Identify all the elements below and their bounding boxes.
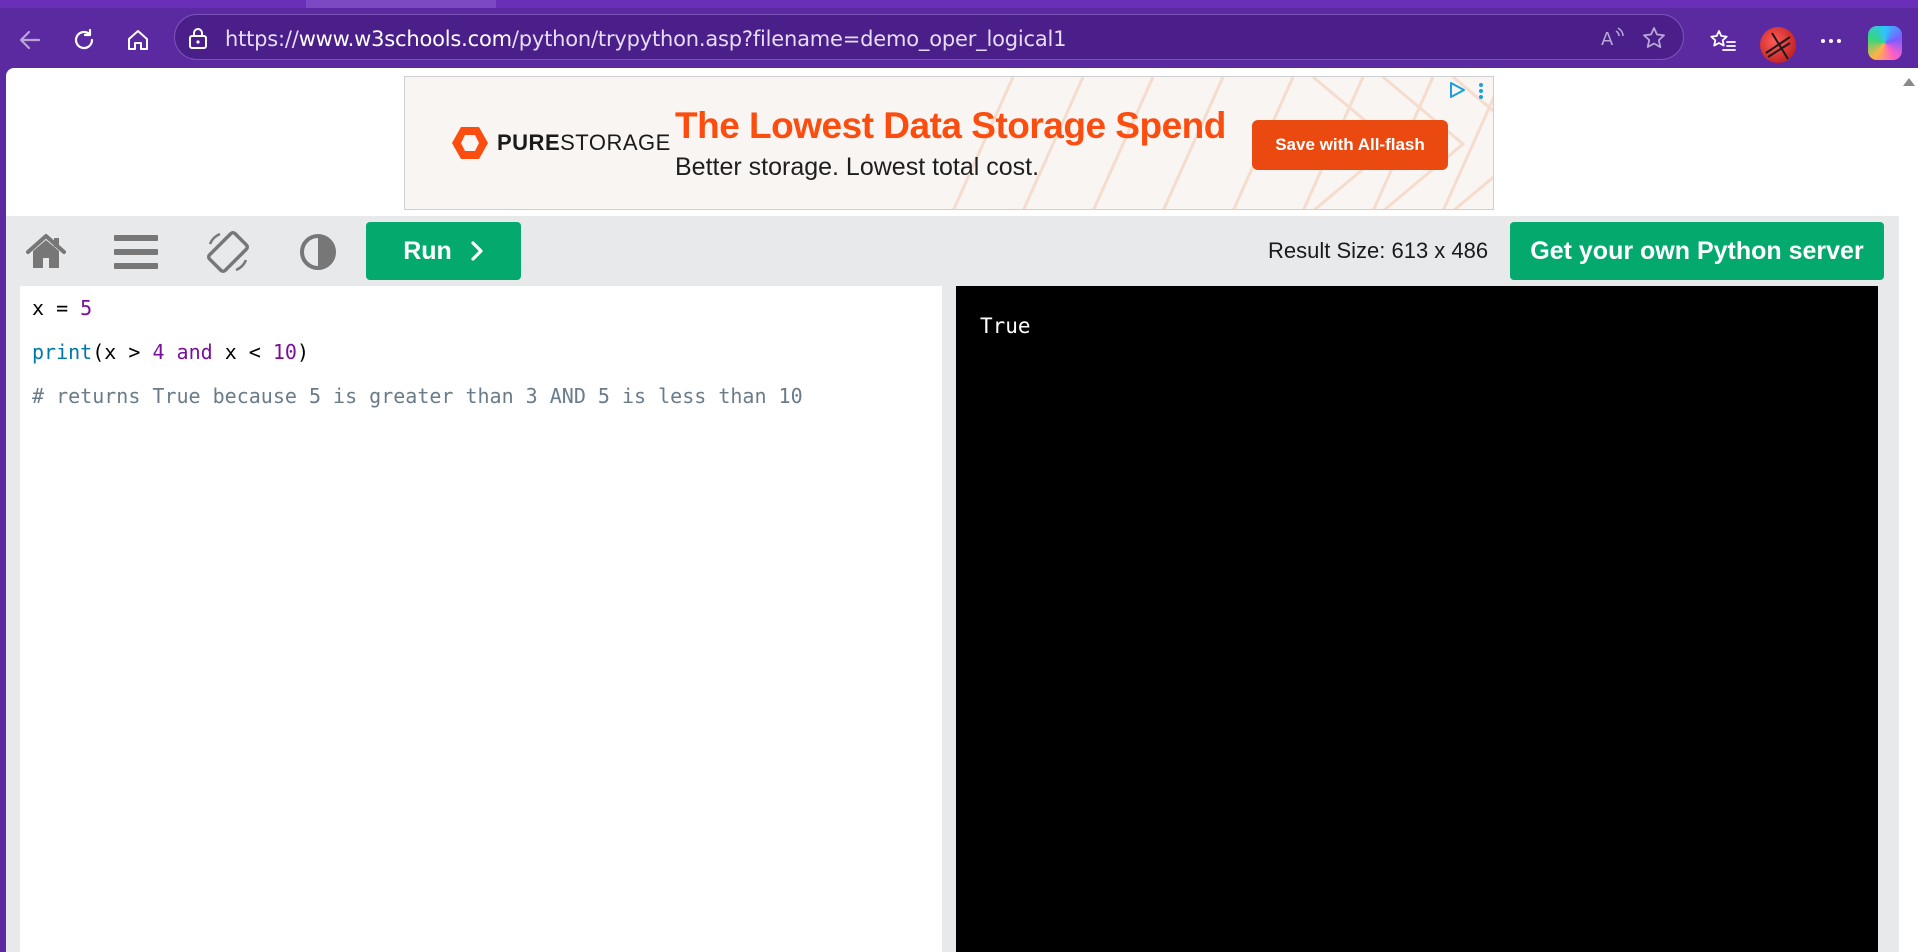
code-editor[interactable]: x = 5 print(x > 4 and x < 10) # returns …: [20, 286, 942, 952]
back-button[interactable]: [12, 22, 48, 58]
ad-subline: Better storage. Lowest total cost.: [675, 153, 1040, 181]
read-aloud-icon[interactable]: A: [1599, 25, 1625, 56]
chevron-right-icon: [471, 241, 483, 261]
copilot-icon[interactable]: [1868, 26, 1902, 60]
profile-avatar[interactable]: [1760, 27, 1796, 63]
address-bar[interactable]: https://www.w3schools.com/python/trypyth…: [174, 14, 1684, 60]
rotate-icon: [206, 230, 250, 274]
get-python-server-button[interactable]: Get your own Python server: [1510, 222, 1884, 280]
page-content: PURESTORAGE The Lowest Data Storage Spen…: [6, 68, 1918, 952]
theme-toggle-button[interactable]: [294, 228, 342, 276]
code-line-2[interactable]: print(x > 4 and x < 10): [32, 340, 309, 364]
more-button[interactable]: [1812, 22, 1850, 60]
code-line-1[interactable]: x = 5: [32, 296, 92, 320]
rotate-layout-button[interactable]: [204, 228, 252, 276]
purestorage-wordmark: PURESTORAGE: [497, 130, 671, 155]
ad-banner[interactable]: PURESTORAGE The Lowest Data Storage Spen…: [404, 76, 1494, 210]
home-icon: [26, 234, 66, 268]
home-icon: [128, 30, 148, 50]
editor-toolbar: Run Result Size: 613 x 486 Get your own …: [6, 216, 1899, 284]
refresh-icon: [74, 28, 94, 50]
refresh-button[interactable]: [66, 22, 102, 58]
lock-icon[interactable]: [187, 26, 209, 55]
tab-strip: [0, 0, 1918, 8]
back-icon: [19, 30, 41, 50]
hamburger-menu-icon: [114, 235, 158, 269]
favorites-list-icon: [1710, 30, 1736, 51]
run-button-label: Run: [403, 236, 452, 265]
ad-choices-icon[interactable]: [1447, 81, 1467, 104]
purestorage-logo: PURESTORAGE: [451, 125, 671, 161]
url-prefix: https://: [225, 27, 299, 51]
active-tab-edge[interactable]: [306, 0, 496, 8]
purestorage-logo-icon: [452, 127, 488, 159]
output-panel: True: [956, 286, 1878, 952]
contrast-icon: [300, 234, 336, 270]
menu-button[interactable]: [112, 228, 160, 276]
url-path: /python/trypython.asp?filename=demo_oper…: [511, 27, 1067, 51]
home-link[interactable]: [22, 228, 70, 276]
url-text[interactable]: https://www.w3schools.com/python/trypyth…: [225, 27, 1067, 51]
page-scrollbar[interactable]: [1900, 68, 1918, 952]
code-line-3[interactable]: # returns True because 5 is greater than…: [32, 384, 803, 408]
output-text: True: [980, 314, 1031, 338]
favorite-star-icon[interactable]: [1641, 25, 1667, 56]
scroll-up-arrow-icon[interactable]: [1903, 78, 1915, 86]
run-button[interactable]: Run: [366, 222, 521, 280]
ad-headline: The Lowest Data Storage Spend: [675, 105, 1226, 146]
svg-text:A: A: [1601, 29, 1614, 50]
more-icon: [1821, 39, 1841, 43]
favorites-button[interactable]: [1704, 22, 1742, 60]
result-size-label: Result Size: 613 x 486: [1268, 238, 1489, 263]
home-button[interactable]: [120, 22, 156, 58]
ad-menu-icon[interactable]: [1477, 81, 1485, 106]
browser-toolbar: https://www.w3schools.com/python/trypyth…: [0, 8, 1918, 68]
ad-cta-button[interactable]: Save with All-flash: [1252, 120, 1448, 170]
url-host: www.w3schools.com: [298, 27, 512, 51]
